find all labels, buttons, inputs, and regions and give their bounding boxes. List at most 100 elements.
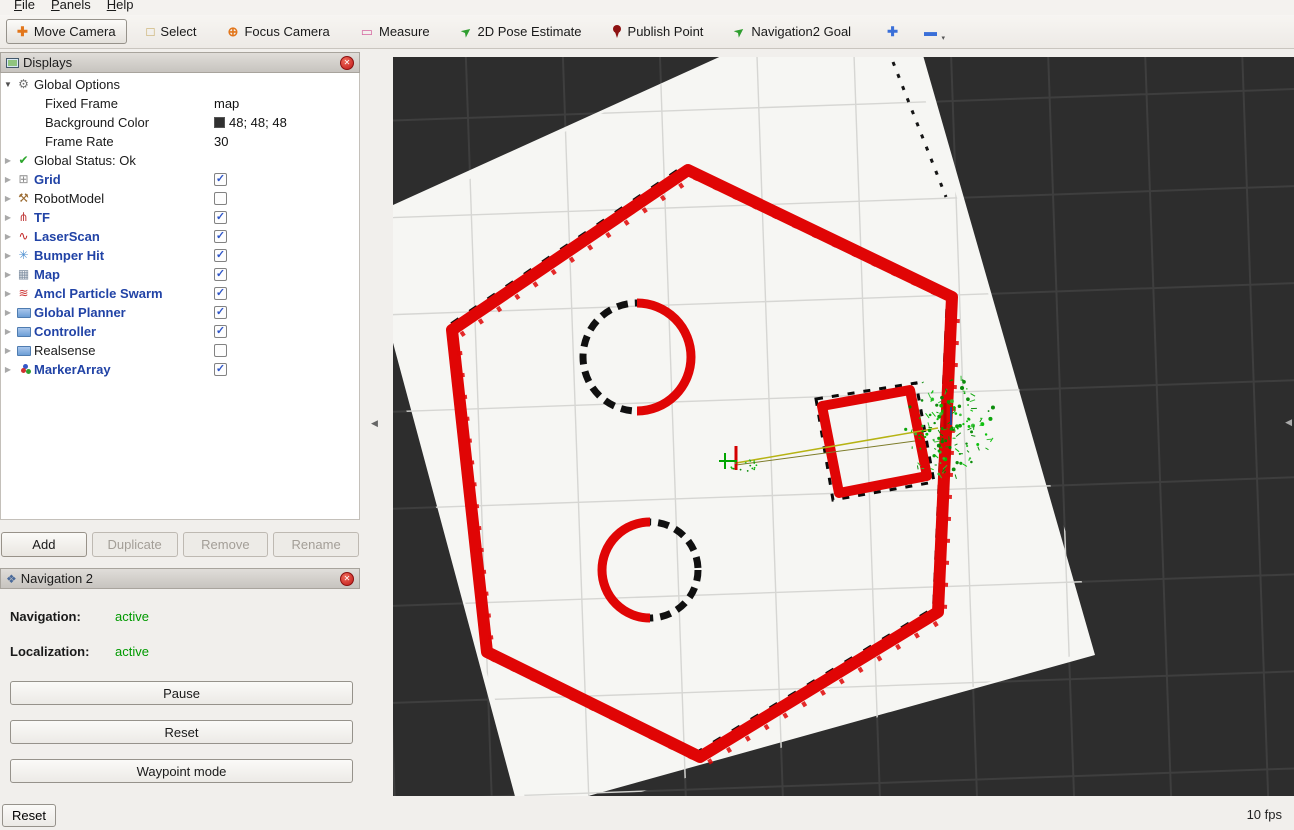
displays-tree[interactable]: ▼⚙Global OptionsFixed FramemapBackground… [0, 73, 360, 520]
display-checkbox[interactable]: ✓ [214, 325, 227, 338]
tree-sublabel: Frame Rate [45, 134, 114, 149]
arrow-right-icon[interactable]: ▶ [1, 213, 15, 222]
tree-label: MarkerArray [34, 362, 111, 377]
tree-label: Amcl Particle Swarm [34, 286, 163, 301]
menu-item-panels[interactable]: Panels [43, 0, 99, 13]
tree-row[interactable]: ▶Controller✓ [1, 322, 359, 341]
laser-icon: ∿ [15, 227, 32, 246]
display-checkbox[interactable]: ✓ [214, 249, 227, 262]
tree-label: RobotModel [34, 191, 104, 206]
rviz-window: FilePanelsHelp ✚Move Camera □ Select ⊕Focus… [0, 0, 1294, 830]
tool-label: Select [160, 24, 196, 39]
pause-button[interactable]: Pause [10, 681, 353, 705]
tree-row[interactable]: ▶∿LaserScan✓ [1, 227, 359, 246]
tool-pose-estimate[interactable]: ➤2D Pose Estimate [450, 19, 593, 44]
display-checkbox[interactable]: ✓ [214, 230, 227, 243]
navigation2-panel-icon: ❖ [6, 572, 17, 586]
displays-panel-header[interactable]: Displays ✕ [0, 52, 360, 73]
arrow-right-icon[interactable]: ▶ [1, 327, 15, 336]
display-checkbox[interactable] [214, 192, 227, 205]
pin-icon [613, 25, 622, 39]
tree-row[interactable]: ▶⋔TF ✓ [1, 208, 359, 227]
navigation2-panel-header[interactable]: ❖ Navigation 2 ✕ [0, 568, 360, 589]
arrow-right-icon[interactable]: ▶ [1, 365, 15, 374]
add-button[interactable]: Add [1, 532, 87, 557]
status_ok-icon: ✔ [15, 151, 32, 170]
remove-button: Remove [183, 532, 269, 557]
tree-row[interactable]: ▶Global Planner✓ [1, 303, 359, 322]
tf-icon: ⋔ [15, 208, 32, 227]
select-icon: □ [147, 25, 155, 39]
tree-label: Global Status: Ok [34, 153, 136, 168]
displays-close-button[interactable]: ✕ [340, 56, 354, 70]
navigation2-close-button[interactable]: ✕ [340, 572, 354, 586]
tool-focus-camera[interactable]: ⊕Focus Camera [217, 19, 341, 44]
display-checkbox[interactable]: ✓ [214, 306, 227, 319]
reset-button[interactable]: Reset [2, 804, 56, 827]
move-icon: ✚ [17, 25, 28, 39]
waypoint-mode-button[interactable]: Waypoint mode [10, 759, 353, 783]
add-tool-button[interactable]: ✚ [879, 20, 906, 44]
tree-row[interactable]: ▶✔Global Status: Ok [1, 151, 359, 170]
amcl-icon: ≋ [15, 284, 32, 303]
tool-label: Publish Point [628, 24, 704, 39]
tree-row[interactable]: ▶⚒RobotModel [1, 189, 359, 208]
display-checkbox[interactable] [214, 344, 227, 357]
tree-row[interactable]: ▶⊞Grid✓ [1, 170, 359, 189]
tree-label: Realsense [34, 343, 95, 358]
nav2-status-row: Localization:active [10, 644, 360, 660]
display-checkbox[interactable]: ✓ [214, 173, 227, 186]
tree-row[interactable]: ▶≋Amcl Particle Swarm ✓ [1, 284, 359, 303]
tree-label: Map [34, 267, 60, 282]
tree-subrow[interactable]: Fixed Framemap [1, 94, 359, 113]
render-viewport[interactable] [393, 57, 1294, 796]
close-icon: ✕ [344, 58, 351, 67]
display-checkbox[interactable]: ✓ [214, 211, 227, 224]
tree-row[interactable]: ▶✳Bumper Hit✓ [1, 246, 359, 265]
tool-move-camera[interactable]: ✚Move Camera [6, 19, 127, 44]
close-icon: ✕ [344, 574, 351, 583]
menu-item-file[interactable]: File [6, 0, 43, 13]
menu-item-help[interactable]: Help [99, 0, 142, 13]
toolbar: ✚Move Camera □ Select ⊕Focus Camera ▭Measure… [0, 15, 1294, 49]
tool-publish-point[interactable]: Publish Point [602, 19, 715, 44]
3d-viewport-canvas[interactable] [393, 57, 1294, 796]
tree-label: TF [34, 210, 50, 225]
arrow-right-icon[interactable]: ▶ [1, 232, 15, 241]
tool-measure[interactable]: ▭Measure [350, 19, 441, 44]
arrow-right-icon[interactable]: ▶ [1, 270, 15, 279]
map-icon: ▦ [15, 265, 32, 284]
arrow-right-icon[interactable]: ▶ [1, 251, 15, 260]
folder-icon [15, 322, 32, 341]
tool-navigation2-goal[interactable]: ➤Navigation2 Goal [723, 19, 862, 44]
arrow-right-icon[interactable]: ▶ [1, 289, 15, 298]
display-checkbox[interactable]: ✓ [214, 268, 227, 281]
goal-icon: ➤ [731, 23, 748, 41]
tree-value: 48; 48; 48 [214, 115, 287, 130]
arrow-right-icon[interactable]: ▶ [1, 194, 15, 203]
arrow-right-icon[interactable]: ▶ [1, 156, 15, 165]
tree-row[interactable]: ▶▦Map ✓ [1, 265, 359, 284]
tree-subrow[interactable]: Frame Rate30 [1, 132, 359, 151]
remove-tool-button[interactable]: ▬ ▾ [916, 20, 945, 44]
tree-row[interactable]: ▶ Realsense [1, 341, 359, 360]
tool-select[interactable]: □ Select [136, 19, 208, 44]
arrow-right-icon[interactable]: ▶ [1, 308, 15, 317]
tree-subrow[interactable]: Background Color 48; 48; 48 [1, 113, 359, 132]
reset-button[interactable]: Reset [10, 720, 353, 744]
arrow-down-icon[interactable]: ▼ [1, 80, 15, 89]
display-checkbox[interactable]: ✓ [214, 363, 227, 376]
panel-collapse-left-icon[interactable]: ◀ [371, 418, 378, 429]
tree-row[interactable]: ▶ MarkerArray ✓ [1, 360, 359, 379]
panel-collapse-right-icon[interactable]: ◀ [1285, 417, 1292, 428]
arrow-right-icon[interactable]: ▶ [1, 346, 15, 355]
display-checkbox[interactable]: ✓ [214, 287, 227, 300]
grid-icon: ⊞ [15, 170, 32, 189]
gear-icon: ⚙ [15, 75, 32, 94]
displays-buttons: AddDuplicateRemoveRename [0, 532, 360, 557]
pose-icon: ➤ [457, 23, 474, 41]
arrow-right-icon[interactable]: ▶ [1, 175, 15, 184]
tree-row[interactable]: ▼⚙Global Options [1, 75, 359, 94]
tree-sublabel: Background Color [45, 115, 149, 130]
nav2-status-value: active [115, 609, 149, 625]
